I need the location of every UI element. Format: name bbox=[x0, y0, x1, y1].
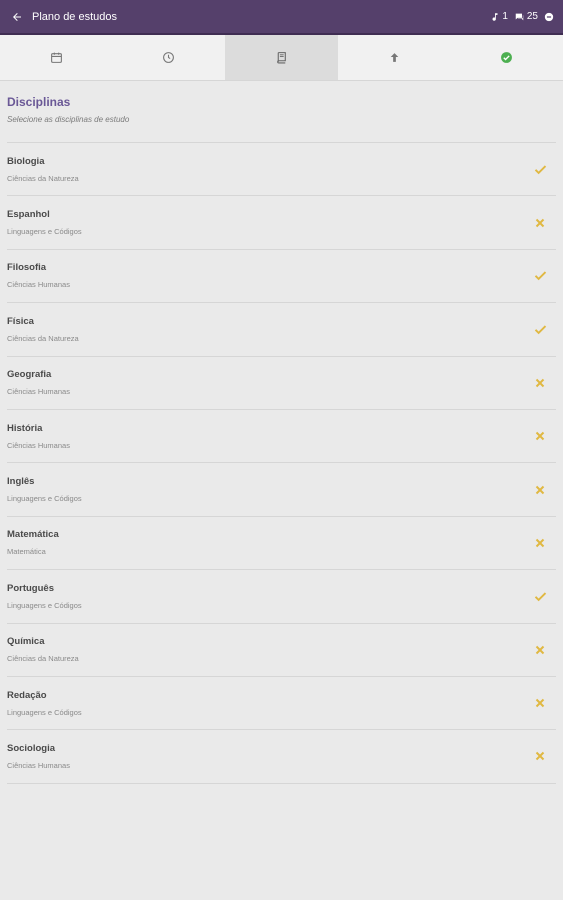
unselected-x-icon[interactable] bbox=[525, 377, 555, 389]
subject-area: Ciências da Natureza bbox=[7, 173, 79, 183]
chat-icon bbox=[515, 13, 524, 20]
subject-row[interactable]: Física Ciências da Natureza bbox=[7, 303, 556, 357]
subject-text: Física Ciências da Natureza bbox=[7, 316, 525, 343]
subject-row[interactable]: Sociologia Ciências Humanas bbox=[7, 730, 556, 784]
selected-check-icon[interactable] bbox=[525, 268, 555, 283]
stat-music-value: 1 bbox=[502, 11, 508, 22]
subject-area: Ciências Humanas bbox=[7, 760, 70, 770]
subject-name: Geografia bbox=[7, 369, 52, 381]
subject-area: Linguagens e Códigos bbox=[7, 600, 82, 610]
calendar-icon bbox=[50, 52, 62, 63]
subject-area: Ciências da Natureza bbox=[7, 654, 79, 664]
subject-text: Sociologia Ciências Humanas bbox=[7, 743, 525, 770]
subject-text: Inglês Linguagens e Códigos bbox=[7, 476, 525, 503]
section-subtitle: Selecione as disciplinas de estudo bbox=[7, 115, 130, 124]
subject-row[interactable]: Química Ciências da Natureza bbox=[7, 624, 556, 677]
subject-name: História bbox=[7, 422, 43, 434]
music-note-icon bbox=[492, 12, 498, 21]
appbar-stats: 1 25 bbox=[490, 11, 554, 22]
subject-text: Filosofia Ciências Humanas bbox=[7, 262, 525, 289]
subject-name: Química bbox=[7, 636, 45, 648]
subject-area: Linguagens e Códigos bbox=[7, 227, 82, 237]
subject-area: Linguagens e Códigos bbox=[7, 494, 82, 504]
arrow-up-icon bbox=[390, 53, 398, 62]
subject-row[interactable]: Geografia Ciências Humanas bbox=[7, 357, 556, 410]
subject-text: Geografia Ciências Humanas bbox=[7, 369, 525, 396]
unselected-x-icon[interactable] bbox=[525, 644, 555, 656]
book-icon bbox=[277, 52, 286, 64]
stat-music[interactable]: 1 bbox=[490, 11, 508, 22]
subject-area: Matemática bbox=[7, 547, 46, 557]
page-title: Plano de estudos bbox=[32, 10, 118, 23]
unselected-x-icon[interactable] bbox=[525, 750, 555, 762]
subject-row[interactable]: Biologia Ciências da Natureza bbox=[7, 143, 556, 197]
subject-row[interactable]: Filosofia Ciências Humanas bbox=[7, 250, 556, 304]
unselected-x-icon[interactable] bbox=[525, 697, 555, 709]
selected-check-icon[interactable] bbox=[525, 162, 555, 177]
tab-calendar[interactable] bbox=[0, 35, 113, 80]
subject-text: Português Linguagens e Códigos bbox=[7, 583, 525, 610]
section-title: Disciplinas bbox=[7, 95, 71, 109]
subject-text: Redação Linguagens e Códigos bbox=[7, 690, 525, 717]
unselected-x-icon[interactable] bbox=[525, 217, 555, 229]
selected-check-icon[interactable] bbox=[525, 589, 555, 604]
status-circle-icon[interactable] bbox=[544, 12, 554, 22]
tab-disciplines[interactable] bbox=[225, 35, 338, 80]
subject-area: Ciências Humanas bbox=[7, 280, 70, 290]
tab-upload[interactable] bbox=[338, 35, 451, 80]
subject-text: Matemática Matemática bbox=[7, 529, 525, 556]
subject-row[interactable]: Inglês Linguagens e Códigos bbox=[7, 463, 556, 517]
subject-name: Filosofia bbox=[7, 262, 47, 274]
subject-text: Química Ciências da Natureza bbox=[7, 636, 525, 663]
selected-check-icon[interactable] bbox=[525, 322, 555, 337]
clock-icon bbox=[163, 52, 175, 63]
unselected-x-icon[interactable] bbox=[525, 537, 555, 549]
subject-name: Espanhol bbox=[7, 209, 50, 221]
unselected-x-icon[interactable] bbox=[525, 484, 555, 496]
subject-name: Biologia bbox=[7, 155, 45, 167]
subject-name: Matemática bbox=[7, 529, 59, 541]
arrow-left-icon bbox=[13, 12, 21, 21]
stat-chat[interactable]: 25 bbox=[514, 11, 538, 22]
subject-area: Linguagens e Códigos bbox=[7, 707, 82, 717]
subject-text: Biologia Ciências da Natureza bbox=[7, 156, 525, 183]
subject-name: Redação bbox=[7, 689, 47, 701]
tab-clock[interactable] bbox=[113, 35, 226, 80]
subject-list: Biologia Ciências da Natureza Espanhol Ling… bbox=[7, 142, 556, 784]
subject-area: Ciências Humanas bbox=[7, 387, 70, 397]
subject-name: Português bbox=[7, 582, 54, 594]
back-button[interactable] bbox=[2, 0, 32, 34]
check-circle-icon bbox=[501, 52, 513, 63]
subject-text: Espanhol Linguagens e Códigos bbox=[7, 209, 525, 236]
subject-text: História Ciências Humanas bbox=[7, 423, 525, 450]
subject-row[interactable]: Espanhol Linguagens e Códigos bbox=[7, 196, 556, 250]
tab-done[interactable] bbox=[450, 35, 563, 80]
subject-area: Ciências Humanas bbox=[7, 440, 70, 450]
app-bar: Plano de estudos 1 25 bbox=[0, 0, 563, 35]
tab-bar bbox=[0, 35, 563, 81]
subject-name: Sociologia bbox=[7, 742, 56, 754]
subject-name: Física bbox=[7, 315, 34, 327]
subject-row[interactable]: História Ciências Humanas bbox=[7, 410, 556, 464]
subject-row[interactable]: Matemática Matemática bbox=[7, 517, 556, 571]
subject-area: Ciências da Natureza bbox=[7, 333, 79, 343]
subject-name: Inglês bbox=[7, 476, 35, 488]
stat-chat-value: 25 bbox=[526, 11, 538, 22]
unselected-x-icon[interactable] bbox=[525, 430, 555, 442]
subject-row[interactable]: Português Linguagens e Códigos bbox=[7, 570, 556, 624]
subject-row[interactable]: Redação Linguagens e Códigos bbox=[7, 677, 556, 731]
section-header: Disciplinas Selecione as disciplinas de … bbox=[0, 81, 563, 142]
